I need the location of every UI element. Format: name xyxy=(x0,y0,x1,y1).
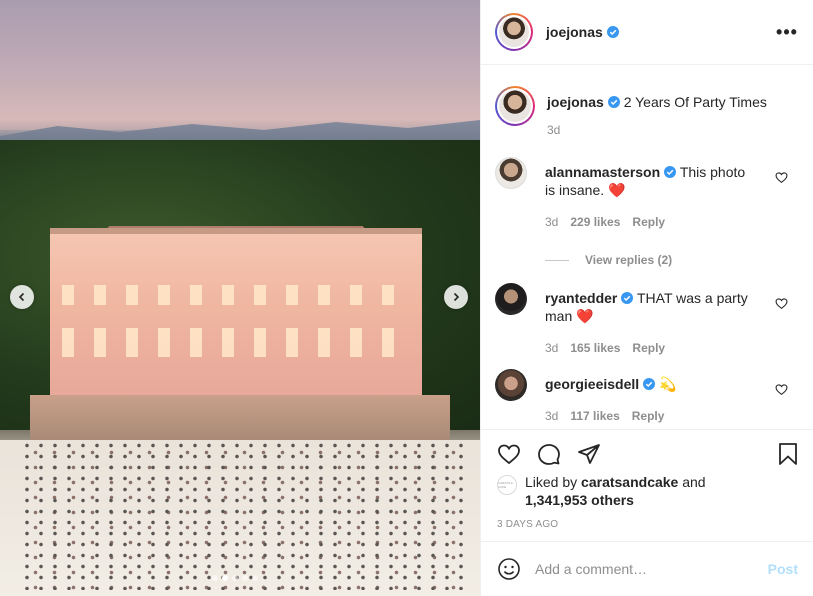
carousel-dot xyxy=(252,575,258,581)
likes-prefix: Liked by xyxy=(525,474,578,490)
verified-badge-icon xyxy=(621,292,634,304)
caption-author-username[interactable]: joejonas xyxy=(547,94,604,110)
comment-item: ryantedder THAT was a party man ❤️ 3d 165… xyxy=(495,283,798,357)
commenter-username[interactable]: alannamasterson xyxy=(545,164,660,180)
comment-bubble-icon[interactable] xyxy=(537,442,561,466)
post-comment-button[interactable]: Post xyxy=(768,561,798,577)
comment-age: 3d xyxy=(545,409,559,423)
more-options-icon[interactable]: ••• xyxy=(775,22,799,43)
post-action-bar xyxy=(481,429,813,479)
view-replies-line xyxy=(545,259,569,261)
comment-item: georgieeisdell 💫 3d 117 likes Reply xyxy=(495,369,798,425)
likes-others-count[interactable]: 1,341,953 others xyxy=(525,492,634,508)
carousel-dot xyxy=(232,575,238,581)
author-avatar[interactable] xyxy=(495,13,533,51)
commenter-username[interactable]: ryantedder xyxy=(545,290,617,306)
commenter-avatar[interactable] xyxy=(495,157,527,189)
chevron-left-icon xyxy=(18,292,25,302)
commenter-username[interactable]: georgieeisdell xyxy=(545,376,639,392)
carousel-dot xyxy=(212,575,218,581)
liker-avatar[interactable]: CARATS & CAKE xyxy=(497,475,517,495)
post-header: joejonas ••• xyxy=(481,0,813,65)
add-comment-bar: Post xyxy=(481,541,813,596)
view-replies-label: View replies (2) xyxy=(585,253,673,267)
author-avatar-image xyxy=(499,17,529,47)
emoji-smiley-icon[interactable] xyxy=(497,557,521,581)
comments-list[interactable]: joejonas 2 Years Of Party Times 3d alann… xyxy=(481,66,813,429)
carousel-dot xyxy=(222,575,228,581)
comment-likes[interactable]: 165 likes xyxy=(570,341,620,355)
photo-terrace xyxy=(30,395,450,440)
likes-summary: CARATS & CAKE Liked by caratsandcake and… xyxy=(497,473,706,509)
post-photo[interactable] xyxy=(0,0,480,596)
commenter-avatar[interactable] xyxy=(495,283,527,315)
like-comment-heart-icon[interactable] xyxy=(775,171,788,184)
reply-button[interactable]: Reply xyxy=(632,341,665,355)
chevron-right-icon xyxy=(453,292,460,302)
liker-username[interactable]: caratsandcake xyxy=(581,474,678,490)
view-replies-button[interactable]: View replies (2) xyxy=(545,253,798,267)
verified-badge-icon xyxy=(664,166,677,178)
caption-avatar-image xyxy=(499,90,531,122)
like-comment-heart-icon[interactable] xyxy=(775,383,788,396)
comment-age: 3d xyxy=(545,215,559,229)
comment-likes[interactable]: 117 likes xyxy=(570,409,619,423)
like-comment-heart-icon[interactable] xyxy=(775,297,788,310)
post-date: 3 DAYS AGO xyxy=(497,519,559,530)
comment-age: 3d xyxy=(545,341,559,355)
verified-badge-icon xyxy=(607,96,620,108)
carousel-next-button[interactable] xyxy=(444,285,468,309)
verified-badge-icon xyxy=(606,26,619,38)
comment-item: alannamasterson This photo is insane. ❤️… xyxy=(495,157,798,231)
likes-connector: and xyxy=(682,474,706,490)
photo-crowd xyxy=(20,440,470,590)
post-caption: joejonas 2 Years Of Party Times 3d xyxy=(495,86,798,139)
photo-windows xyxy=(62,285,412,375)
comment-likes[interactable]: 229 likes xyxy=(570,215,620,229)
carousel-prev-button[interactable] xyxy=(10,285,34,309)
like-heart-icon[interactable] xyxy=(497,442,521,466)
author-username[interactable]: joejonas xyxy=(546,24,603,40)
post-side-panel: joejonas ••• joejonas 2 Years Of Party T… xyxy=(480,0,813,596)
verified-badge-icon xyxy=(643,378,656,390)
save-bookmark-icon[interactable] xyxy=(776,442,800,466)
commenter-avatar[interactable] xyxy=(495,369,527,401)
carousel-dot xyxy=(242,575,248,581)
caption-text: 2 Years Of Party Times xyxy=(623,94,767,110)
comment-input[interactable] xyxy=(535,561,768,577)
caption-author-avatar[interactable] xyxy=(495,86,535,126)
comment-text: 💫 xyxy=(659,376,677,392)
photo-sky xyxy=(0,0,480,130)
share-paper-plane-icon[interactable] xyxy=(577,442,601,466)
reply-button[interactable]: Reply xyxy=(632,215,665,229)
reply-button[interactable]: Reply xyxy=(632,409,665,423)
caption-age: 3d xyxy=(547,123,561,137)
carousel-indicator xyxy=(212,575,258,581)
